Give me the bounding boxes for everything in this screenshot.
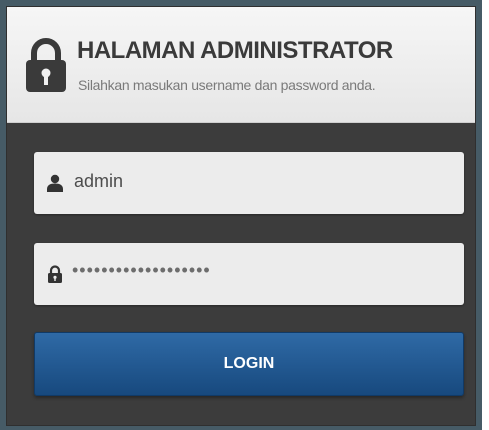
login-panel: HALAMAN ADMINISTRATOR Silahkan masukan u… bbox=[6, 6, 476, 426]
user-icon bbox=[47, 174, 63, 192]
password-field[interactable]: ••••••••••••••••••• bbox=[34, 243, 464, 305]
login-window: HALAMAN ADMINISTRATOR Silahkan masukan u… bbox=[0, 0, 482, 430]
page-title: HALAMAN ADMINISTRATOR bbox=[77, 37, 393, 64]
padlock-icon bbox=[48, 265, 62, 283]
page-subtitle: Silahkan masukan username dan password a… bbox=[78, 77, 376, 93]
username-field[interactable]: admin bbox=[34, 152, 464, 214]
login-button[interactable]: LOGIN bbox=[34, 332, 464, 396]
password-value: ••••••••••••••••••• bbox=[72, 260, 211, 280]
login-header: HALAMAN ADMINISTRATOR Silahkan masukan u… bbox=[7, 7, 475, 123]
username-value: admin bbox=[74, 171, 124, 191]
lock-icon bbox=[26, 38, 66, 92]
